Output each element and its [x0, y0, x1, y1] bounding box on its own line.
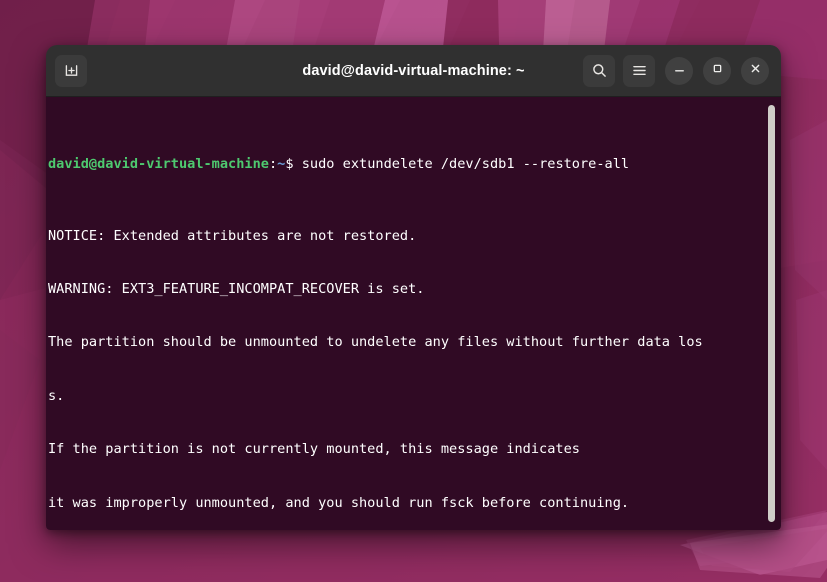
minimize-button[interactable]: [665, 56, 693, 85]
search-icon: [591, 62, 608, 79]
terminal-output-line: s.: [48, 387, 65, 404]
prompt-sigil: $: [285, 156, 294, 173]
close-icon: [749, 62, 762, 80]
terminal-output-line: NOTICE: Extended attributes are not rest…: [48, 227, 417, 244]
terminal-content-area[interactable]: david@david-virtual-machine:~$ sudo extu…: [46, 97, 781, 530]
terminal-output-line: The partition should be unmounted to und…: [48, 334, 703, 351]
hamburger-menu-icon: [631, 62, 648, 79]
prompt-command: sudo extundelete /dev/sdb1 --restore-all: [293, 156, 630, 173]
minimize-icon: [673, 62, 686, 80]
terminal-output-line: it was improperly unmounted, and you sho…: [48, 494, 630, 511]
prompt-colon: :: [268, 156, 278, 173]
terminal-output-line: If the partition is not currently mounte…: [48, 441, 580, 458]
new-tab-icon: [63, 62, 80, 79]
prompt-user-host: david@david-virtual-machine: [48, 156, 269, 173]
new-tab-button[interactable]: [55, 54, 87, 87]
window-titlebar[interactable]: david@david-virtual-machine: ~: [46, 45, 781, 97]
terminal-window[interactable]: david@david-virtual-machine: ~ david@dav…: [46, 45, 781, 530]
terminal-scrollbar-thumb[interactable]: [768, 105, 775, 522]
close-button[interactable]: [741, 56, 769, 85]
maximize-icon: [711, 62, 724, 80]
maximize-button[interactable]: [703, 56, 731, 85]
terminal-text-output: david@david-virtual-machine:~$ sudo extu…: [46, 103, 781, 530]
menu-button[interactable]: [623, 54, 655, 87]
terminal-prompt-line: david@david-virtual-machine:~$ sudo extu…: [48, 156, 771, 174]
search-button[interactable]: [583, 54, 615, 87]
terminal-output-line: WARNING: EXT3_FEATURE_INCOMPAT_RECOVER i…: [48, 280, 425, 297]
terminal-scrollbar[interactable]: [768, 105, 775, 522]
